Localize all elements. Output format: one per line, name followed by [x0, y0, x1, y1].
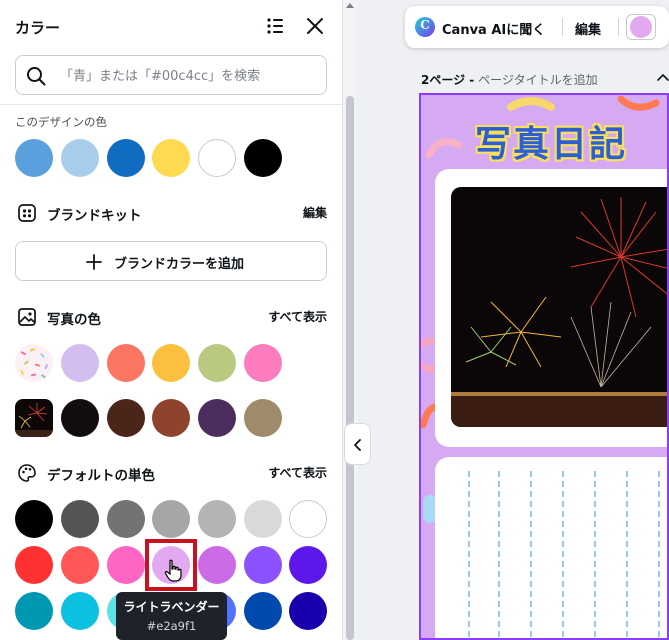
default-color-swatch[interactable]	[107, 500, 145, 538]
default-color-swatch[interactable]	[198, 546, 236, 584]
photo-colors-title: 写真の色	[47, 312, 101, 328]
photo-color-swatch[interactable]	[61, 344, 99, 382]
color-search-box[interactable]	[15, 55, 327, 95]
brand-kit-edit-link[interactable]: 編集	[303, 204, 327, 221]
photo-color-swatch[interactable]	[244, 344, 282, 382]
tooltip-color-name: ライトラベンダー	[123, 600, 220, 614]
photo-colors-header: 写真の色 すべて表示	[15, 305, 327, 329]
fireworks-photo-thumbnail[interactable]	[15, 399, 53, 437]
search-divider	[0, 104, 342, 105]
design-colors-caption: このデザインの色	[15, 115, 107, 129]
plus-icon	[86, 254, 102, 270]
dashed-lines	[468, 471, 660, 638]
floating-toolbar: C Canva AIに聞く 編集	[405, 6, 669, 48]
color-search-input[interactable]	[60, 64, 315, 88]
list-view-icon[interactable]	[263, 14, 287, 38]
design-color-swatch[interactable]	[107, 139, 145, 177]
edit-button[interactable]: 編集	[575, 19, 601, 38]
default-color-swatch[interactable]	[152, 500, 190, 538]
scrollbar-thumb[interactable]	[346, 96, 354, 640]
panel-header: カラー	[0, 0, 342, 52]
brand-kit-header: ブランドキット 編集	[15, 201, 327, 225]
default-color-swatch[interactable]	[61, 546, 99, 584]
brand-kit-icon	[18, 204, 36, 222]
hand-cursor-icon	[164, 559, 182, 582]
image-icon	[18, 308, 36, 326]
default-color-swatch[interactable]	[198, 500, 236, 538]
default-color-swatch[interactable]	[289, 546, 327, 584]
design-color-swatch[interactable]	[244, 139, 282, 177]
default-color-swatch[interactable]	[61, 592, 99, 630]
default-color-swatch[interactable]	[15, 546, 53, 584]
default-colors-title: デフォルトの単色	[47, 468, 155, 484]
canva-ai-button[interactable]: Canva AIに聞く	[442, 19, 545, 38]
chevron-up-icon[interactable]	[657, 73, 669, 83]
scroll-up-arrow-icon[interactable]	[346, 3, 354, 8]
default-color-swatch[interactable]	[289, 592, 327, 630]
photo-frame[interactable]	[435, 169, 667, 447]
current-color-button[interactable]	[626, 14, 656, 40]
default-color-swatch[interactable]	[244, 592, 282, 630]
canva-ai-logo-icon[interactable]: C	[415, 17, 435, 37]
default-color-swatch[interactable]	[289, 500, 327, 538]
photo-color-swatch[interactable]	[107, 399, 145, 437]
default-color-swatch[interactable]	[107, 546, 145, 584]
page-title-bar[interactable]: 2ページ - ページタイトルを追加	[421, 71, 598, 88]
photo-colors-show-all[interactable]: すべて表示	[268, 308, 327, 325]
add-brand-color-button[interactable]: ブランドカラーを追加	[15, 241, 327, 281]
brand-kit-title: ブランドキット	[47, 208, 142, 224]
default-colors-show-all[interactable]: すべて表示	[268, 464, 327, 481]
add-brand-color-label: ブランドカラーを追加	[114, 257, 245, 272]
design-color-swatch[interactable]	[198, 139, 236, 177]
photo-color-swatch[interactable]	[198, 344, 236, 382]
panel-title: カラー	[15, 19, 61, 37]
default-colors-header: デフォルトの単色 すべて表示	[15, 461, 327, 485]
palette-icon	[18, 464, 36, 482]
photo-color-swatch[interactable]	[198, 399, 236, 437]
tooltip-color-hex: #e2a9f1	[146, 619, 197, 633]
design-color-swatch[interactable]	[15, 139, 53, 177]
chevron-left-icon	[354, 439, 361, 451]
photo-color-swatch[interactable]	[152, 344, 190, 382]
panel-scrollbar[interactable]	[343, 0, 357, 640]
color-tooltip: ライトラベンダー #e2a9f1	[116, 592, 227, 640]
photo-color-swatch[interactable]	[61, 399, 99, 437]
default-color-swatch[interactable]	[244, 546, 282, 584]
default-color-swatch[interactable]	[15, 500, 53, 538]
page-heading[interactable]: 写真日記	[475, 115, 627, 167]
collapse-panel-button[interactable]	[344, 423, 371, 465]
page-number-label: 2ページ -	[421, 73, 475, 87]
page-title-placeholder[interactable]: ページタイトルを追加	[478, 73, 598, 87]
confetti-photo-thumbnail[interactable]	[15, 344, 53, 382]
toolbar-divider	[618, 18, 619, 36]
photo-color-swatch[interactable]	[107, 344, 145, 382]
color-panel: カラー このデザインの色 ブランドキット 編集 ブランドカラーを追加 写真の色 …	[0, 0, 343, 640]
design-color-swatch[interactable]	[152, 139, 190, 177]
default-color-swatch[interactable]	[244, 500, 282, 538]
default-color-swatch[interactable]	[61, 500, 99, 538]
default-color-swatch[interactable]	[15, 592, 53, 630]
fireworks-photo[interactable]	[451, 187, 667, 427]
photo-color-swatch[interactable]	[152, 399, 190, 437]
writing-lines-card[interactable]	[435, 457, 667, 638]
close-icon[interactable]	[303, 14, 327, 38]
design-color-swatch[interactable]	[61, 139, 99, 177]
photo-color-swatch[interactable]	[244, 399, 282, 437]
search-icon	[27, 67, 46, 86]
toolbar-divider	[562, 18, 563, 36]
current-color-swatch	[630, 16, 652, 38]
design-page[interactable]: 写真日記	[419, 93, 669, 640]
